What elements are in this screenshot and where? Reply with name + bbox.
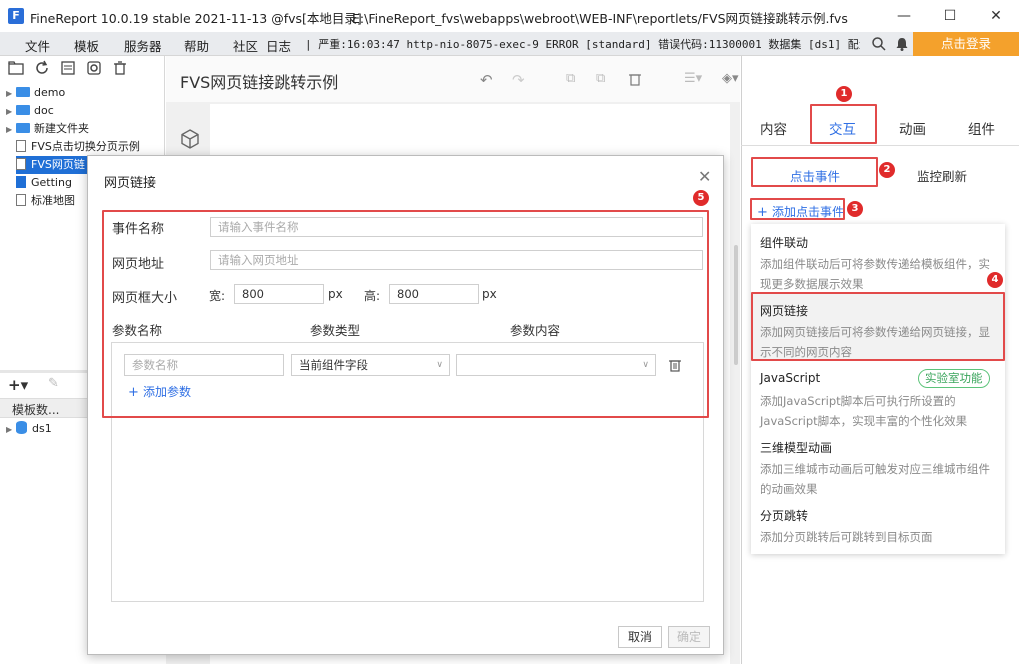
log-message[interactable]: | 严重:16:03:47 http-nio-8075-exec-9 ERROR… [305,36,860,52]
tab-content[interactable]: 内容 [760,118,787,138]
close-window-button[interactable]: ✕ [973,0,1019,32]
tree-item-fvs-link[interactable]: FVS网页链 [16,156,89,174]
tree-item-getting[interactable]: Getting [16,174,72,192]
callout-badge-1: 1 [836,86,852,102]
menu-bar: 文件 模板 服务器 帮助 社区 日志 | 严重:16:03:47 http-ni… [0,32,1019,56]
file-path: E:\FineReport_fvs\webapps\webroot\WEB-IN… [352,11,848,26]
menu-help[interactable]: 帮助 [184,36,209,55]
folder-icon [16,87,30,97]
undo-icon[interactable]: ↶ [480,71,493,89]
highlight-box-2 [751,157,878,187]
menu-community[interactable]: 社区 [233,36,258,55]
tree-item-map[interactable]: 标准地图 [16,192,75,210]
expand-arrow-icon[interactable]: ▶ [6,121,16,139]
file-icon [16,194,26,206]
web-link-dialog: 网页链接 ✕ 事件名称 请输入事件名称 网页地址 请输入网页地址 网页框大小 宽… [87,155,724,655]
event-type-dropdown: 组件联动 添加组件联动后可将参数传递给模板组件，实现更多数据展示效果 网页链接 … [751,224,1005,554]
tree-item-doc[interactable]: ▶ doc [6,102,54,120]
highlight-box-3 [750,198,845,220]
app-logo-icon: F [8,8,24,24]
cancel-button[interactable]: 取消 [618,626,662,648]
callout-badge-3: 3 [847,201,863,217]
add-dataset-icon[interactable]: +▾ [8,376,28,394]
menu-file[interactable]: 文件 [25,36,50,55]
menu-template[interactable]: 模板 [74,36,99,55]
expand-arrow-icon[interactable]: ▶ [6,421,16,439]
callout-badge-4: 4 [987,272,1003,288]
folder-icon [16,123,30,133]
menu-log[interactable]: 日志 [266,36,291,55]
refresh-icon[interactable] [34,60,50,76]
redo-icon[interactable]: ↷ [512,71,525,89]
bell-icon[interactable] [894,36,910,52]
dataset-item-ds1[interactable]: ▶ ds1 [6,420,52,438]
new-folder-icon[interactable] [8,60,24,76]
edit-dataset-icon[interactable]: ✎ [48,376,59,391]
tree-item-fvs-page[interactable]: FVS点击切换分页示例 [16,138,140,156]
edit-list-icon[interactable] [60,60,76,76]
database-icon [16,421,27,434]
callout-badge-2: 2 [879,162,895,178]
tab-divider [741,145,1019,146]
file-icon [16,158,26,170]
tree-item-new-folder[interactable]: ▶ 新建文件夹 [6,120,89,138]
editor-scrollbar[interactable] [734,245,738,365]
app-title: FineReport 10.0.19 stable 2021-11-13 @fv… [30,11,362,26]
align-icon[interactable]: ☰▾ [684,71,702,86]
highlight-box-1 [810,104,877,144]
settings-icon[interactable] [86,60,102,76]
lab-feature-tag: 实验室功能 [918,369,990,388]
delete-icon[interactable] [112,60,128,76]
login-button[interactable]: 点击登录 [913,32,1019,56]
minimize-button[interactable]: — [881,0,927,32]
dataset-title: 模板数... [12,403,60,417]
tab-component[interactable]: 组件 [968,118,995,138]
tab-animation[interactable]: 动画 [899,118,926,138]
tree-item-demo[interactable]: ▶ demo [6,84,65,102]
dialog-close-icon[interactable]: ✕ [698,167,711,186]
event-option-component-linkage[interactable]: 组件联动 添加组件联动后可将参数传递给模板组件，实现更多数据展示效果 [751,224,1005,291]
event-option-3d-animation[interactable]: 三维模型动画 添加三维城市动画后可触发对应三维城市组件的动画效果 [751,432,1005,498]
title-bar: F FineReport 10.0.19 stable 2021-11-13 @… [0,0,1019,32]
3d-model-icon[interactable] [178,127,202,151]
file-icon [16,140,26,152]
menu-server[interactable]: 服务器 [124,36,162,55]
dialog-title: 网页链接 [104,176,157,191]
trash-icon[interactable] [628,72,642,86]
file-icon [16,176,26,188]
paste-icon[interactable]: ⧉ [596,71,605,86]
editor-title: FVS网页链接跳转示例 [180,73,339,92]
search-icon[interactable] [871,36,887,52]
confirm-button[interactable]: 确定 [668,626,710,648]
callout-badge-5: 5 [693,190,709,206]
folder-icon [16,105,30,115]
copy-icon[interactable]: ⧉ [566,71,575,86]
expand-arrow-icon[interactable]: ▶ [6,103,16,121]
event-option-page-jump[interactable]: 分页跳转 添加分页跳转后可跳转到目标页面 [751,500,1005,548]
subtab-monitor-refresh[interactable]: 监控刷新 [917,166,967,185]
highlight-box-5 [102,210,709,418]
highlight-box-4 [751,292,1005,361]
maximize-button[interactable]: ☐ [927,0,973,32]
expand-arrow-icon[interactable]: ▶ [6,85,16,103]
layer-icon[interactable]: ◈▾ [722,71,739,86]
